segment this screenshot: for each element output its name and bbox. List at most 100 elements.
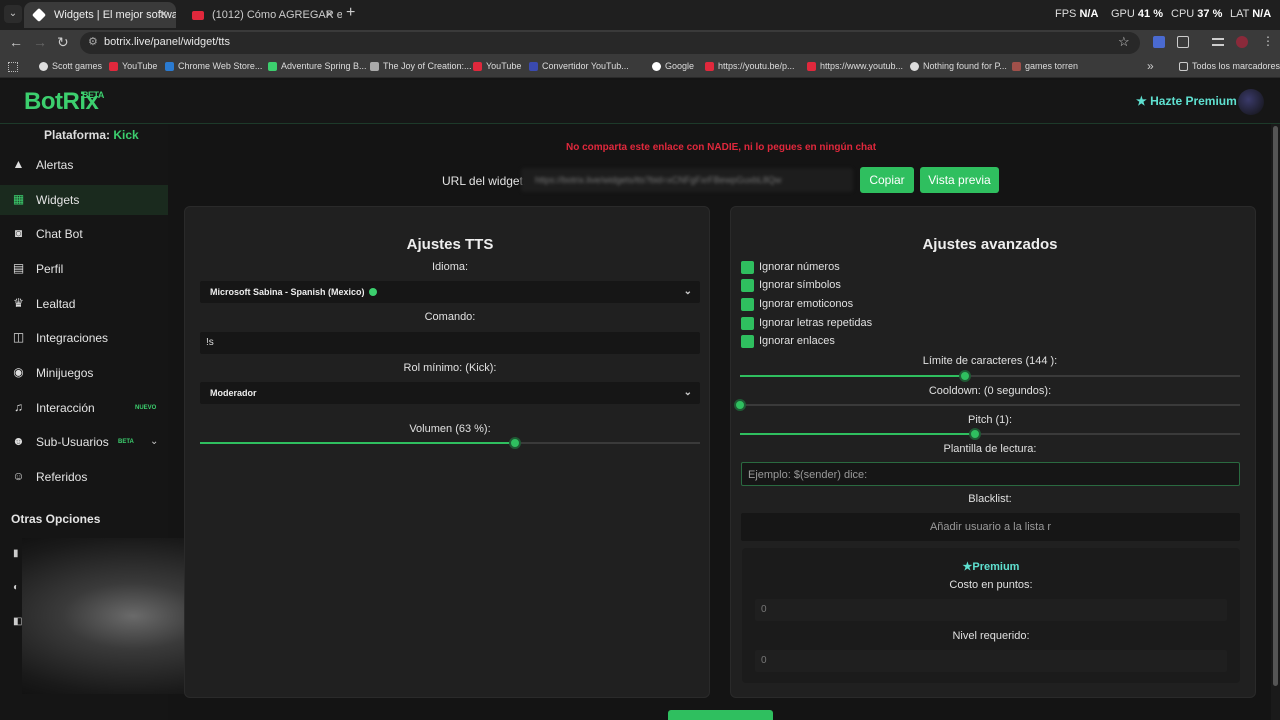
comando-label: Comando:	[424, 311, 476, 323]
users-icon: ☻	[12, 434, 25, 448]
bookmark-item[interactable]: Google	[652, 61, 694, 71]
browser-tab-botrix[interactable]: Widgets | El mejor software pa ✕	[24, 2, 176, 28]
pitch-slider[interactable]	[740, 428, 1240, 440]
sidebar-item-alertas[interactable]: ▲ Alertas	[0, 150, 168, 180]
reload-icon[interactable]: ↻	[57, 34, 69, 51]
bookmark-label: YouTube	[122, 61, 158, 71]
rol-label: Rol mínimo: (Kick):	[403, 362, 497, 374]
close-tab-icon[interactable]: ✕	[325, 2, 334, 28]
sidebar-item-label: Sub-Usuarios	[36, 435, 109, 449]
bookmark-item[interactable]: Nothing found for P...	[910, 61, 1007, 71]
ignore-emotes-label: Ignorar emoticonos	[759, 298, 854, 310]
browser-tab-youtube[interactable]: (1012) Cómo AGREGAR el CHAT ✕	[182, 2, 342, 28]
bookmarks-overflow-button[interactable]: »	[1147, 59, 1154, 73]
ignore-links-checkbox[interactable]	[741, 335, 754, 348]
perf-gpu-value: 41 %	[1137, 8, 1163, 20]
bookmark-label: Google	[665, 61, 695, 71]
comando-input[interactable]: !s	[200, 332, 700, 354]
sidebar-item-minijuegos[interactable]: ◉ Minijuegos	[0, 358, 168, 388]
status-dot-icon	[368, 288, 377, 296]
sidebar-item-referidos[interactable]: ☺ Referidos	[0, 462, 168, 492]
blacklist-input[interactable]: Añadir usuario a la lista r	[741, 513, 1240, 541]
bookmark-item[interactable]: https://www.youtub...	[807, 61, 903, 71]
forward-arrow-icon[interactable]: →	[33, 34, 47, 50]
cooldown-label: Cooldown: (0 segundos):	[928, 385, 1052, 397]
extension-icon[interactable]	[1153, 36, 1165, 48]
bookmark-item[interactable]: The Joy of Creation:...	[370, 61, 472, 71]
all-bookmarks-folder[interactable]: Todos los marcadores	[1179, 61, 1280, 71]
user-avatar[interactable]	[1238, 89, 1264, 115]
bookmark-item[interactable]: https://youtu.be/p...	[705, 61, 795, 71]
tts-title: Ajustes TTS	[406, 236, 494, 253]
bookmark-label: games torren	[1025, 61, 1079, 71]
slider-handle[interactable]	[969, 428, 981, 440]
botrix-logo[interactable]: BotRix BETA	[24, 88, 104, 116]
platform-label: Plataforma:	[44, 128, 111, 142]
idioma-label: Idioma:	[431, 261, 469, 273]
volumen-slider[interactable]	[200, 437, 700, 449]
ignore-numbers-checkbox[interactable]	[741, 261, 754, 274]
bookmark-item[interactable]: Chrome Web Store...	[165, 61, 262, 71]
sidebar-item-label: Widgets	[36, 193, 80, 207]
ignore-numbers-label: Ignorar números	[759, 261, 840, 273]
address-bar[interactable]: ⚙ botrix.live/panel/widget/tts ☆	[80, 32, 1140, 54]
sidebar-item-label: Lealtad	[36, 297, 76, 311]
back-arrow-icon[interactable]: ←	[9, 34, 23, 50]
bookmark-item[interactable]: Adventure Spring B...	[268, 61, 367, 71]
tab-title: Widgets | El mejor software pa	[54, 9, 176, 21]
hazte-premium-button[interactable]: ★ Hazte Premium	[1136, 94, 1237, 108]
costo-input[interactable]: 0	[755, 599, 1227, 621]
copy-button[interactable]: Copiar	[860, 167, 914, 193]
tab-search-button[interactable]: ⌄	[4, 5, 22, 23]
save-button[interactable]	[668, 710, 773, 720]
bookmark-item[interactable]: Scott games	[39, 61, 102, 71]
bookmark-label: Nothing found for P...	[923, 61, 1007, 71]
new-tab-button[interactable]: +	[346, 4, 355, 22]
star-icon: ★	[962, 561, 973, 573]
site-info-icon[interactable]: ⚙	[88, 35, 98, 48]
nivel-input[interactable]: 0	[755, 650, 1227, 672]
ignore-symbols-checkbox[interactable]	[741, 279, 754, 292]
music-icon: ♫	[14, 400, 23, 414]
media-controls-icon[interactable]	[1212, 38, 1224, 46]
bookmark-item[interactable]: YouTube	[109, 61, 157, 71]
slider-handle[interactable]	[959, 370, 971, 382]
limite-slider[interactable]	[740, 370, 1240, 382]
option-icon[interactable]: ◐	[13, 582, 19, 593]
cooldown-slider[interactable]	[734, 399, 1240, 411]
option-icon[interactable]: ▮	[13, 548, 19, 559]
sidebar-item-lealtad[interactable]: ♛ Lealtad	[0, 289, 168, 319]
sidebar-item-sub-usuarios[interactable]: ☻ Sub-Usuarios BETA ⌄	[0, 427, 168, 457]
scrollbar-thumb[interactable]	[1273, 126, 1278, 686]
perf-fps: FPS N/A	[1055, 8, 1098, 20]
close-tab-icon[interactable]: ✕	[159, 2, 168, 28]
sidebar-item-integraciones[interactable]: ◫ Integraciones	[0, 323, 168, 353]
widget-url-field[interactable]: https://botrix.live/widgets/tts?bid=xCNF…	[521, 168, 853, 192]
tab-title: (1012) Cómo AGREGAR el CHAT	[212, 9, 342, 21]
advanced-title: Ajustes avanzados	[922, 236, 1058, 253]
bookmark-item[interactable]: Convertidor YouTub...	[529, 61, 629, 71]
plug-icon: ◫	[12, 330, 25, 344]
page-scrollbar[interactable]	[1271, 124, 1280, 720]
bookmark-item[interactable]: games torren	[1012, 61, 1078, 71]
apps-grid-icon[interactable]	[8, 62, 18, 72]
slider-handle[interactable]	[734, 399, 746, 411]
browser-menu-icon[interactable]: ⋮	[1262, 34, 1274, 48]
sidebar-item-chat-bot[interactable]: ◙ Chat Bot	[0, 219, 168, 249]
plantilla-input[interactable]: Ejemplo: $(sender) dice:	[741, 462, 1240, 486]
sidebar-item-interaccion[interactable]: ♫ Interacción NUEVO	[0, 393, 168, 423]
ignore-emotes-checkbox[interactable]	[741, 298, 754, 311]
platform-value: Kick	[113, 128, 139, 142]
chevron-down-icon[interactable]: ⌄	[150, 427, 158, 457]
sidebar-item-widgets[interactable]: ▦ Widgets	[0, 185, 168, 215]
slider-handle[interactable]	[509, 437, 521, 449]
extensions-puzzle-icon[interactable]	[1177, 36, 1189, 48]
bookmark-star-icon[interactable]: ☆	[1118, 34, 1130, 50]
rol-select[interactable]: Moderador ⌄	[200, 382, 700, 404]
sidebar-item-perfil[interactable]: ▤ Perfil	[0, 254, 168, 284]
bookmark-item[interactable]: YouTube	[473, 61, 521, 71]
preview-button[interactable]: Vista previa	[920, 167, 999, 193]
ignore-repeated-letters-checkbox[interactable]	[741, 317, 754, 330]
idioma-select[interactable]: Microsoft Sabina - Spanish (Mexico) ⌄	[200, 281, 700, 303]
profile-avatar-icon[interactable]	[1236, 36, 1248, 48]
